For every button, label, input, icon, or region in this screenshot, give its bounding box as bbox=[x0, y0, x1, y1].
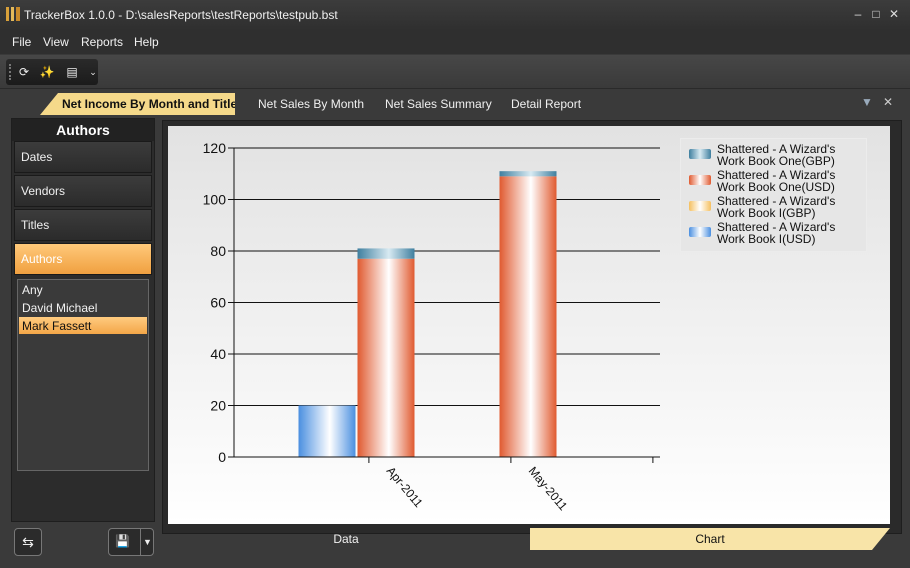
menu-file[interactable]: File bbox=[12, 35, 31, 49]
view-tabs: Data Chart bbox=[162, 528, 900, 552]
magic-wand-icon[interactable]: ✨ bbox=[38, 64, 56, 80]
app-icon bbox=[6, 7, 20, 21]
chevron-down-icon[interactable]: ▼ bbox=[140, 529, 154, 555]
filter-sidebar: Authors Dates Vendors Titles Authors Any… bbox=[11, 118, 155, 522]
list-item[interactable]: Any bbox=[19, 281, 147, 298]
x-tick-label: Apr-2011 bbox=[384, 464, 426, 510]
legend-swatch bbox=[689, 201, 711, 211]
sidebar-item-vendors[interactable]: Vendors bbox=[14, 175, 152, 207]
sidebar-item-label: Dates bbox=[21, 150, 53, 164]
tab-data[interactable]: Data bbox=[162, 528, 530, 550]
minimize-icon[interactable]: – bbox=[850, 6, 866, 22]
legend-swatch bbox=[689, 149, 711, 159]
bar bbox=[499, 176, 557, 457]
legend-item: Shattered - A Wizard's Work Book I(USD) bbox=[689, 221, 864, 247]
tab-net-sales-summary[interactable]: Net Sales Summary bbox=[385, 97, 492, 111]
y-tick-label: 120 bbox=[203, 140, 227, 156]
tab-label: Net Income By Month and Title bbox=[62, 97, 238, 111]
y-tick-label: 20 bbox=[210, 398, 226, 414]
list-item[interactable]: David Michael bbox=[19, 299, 147, 316]
sidebar-item-label: Titles bbox=[21, 218, 50, 232]
refresh-chart-icon[interactable]: ⟳ bbox=[15, 64, 33, 80]
legend-swatch bbox=[689, 175, 711, 185]
grip-icon[interactable] bbox=[9, 64, 13, 80]
menu-view[interactable]: View bbox=[43, 35, 69, 49]
close-icon[interactable]: ✕ bbox=[886, 6, 902, 22]
chart-legend: Shattered - A Wizard's Work Book One(GBP… bbox=[680, 138, 867, 252]
maximize-icon[interactable]: □ bbox=[868, 6, 884, 22]
save-icon: 💾 bbox=[115, 534, 130, 548]
sidebar-item-dates[interactable]: Dates bbox=[14, 141, 152, 173]
window-title: TrackerBox 1.0.0 - D:\salesReports\testR… bbox=[24, 8, 338, 22]
y-tick-label: 0 bbox=[218, 449, 226, 465]
sidebar-item-label: Authors bbox=[21, 252, 63, 266]
sidebar-item-authors[interactable]: Authors bbox=[14, 243, 152, 275]
x-tick-label: May-2011 bbox=[526, 464, 571, 513]
legend-item: Shattered - A Wizard's Work Book One(USD… bbox=[689, 169, 864, 195]
y-tick-label: 100 bbox=[203, 192, 227, 208]
report-tabs: Net Income By Month and Title Net Sales … bbox=[0, 90, 910, 116]
tab-list-dropdown-icon[interactable]: ▼ bbox=[861, 95, 873, 109]
list-item-selected[interactable]: Mark Fassett bbox=[19, 317, 147, 334]
legend-swatch bbox=[689, 227, 711, 237]
bar bbox=[499, 171, 557, 177]
sidebar-header: Authors bbox=[12, 119, 154, 141]
y-tick-label: 40 bbox=[210, 346, 226, 362]
bar bbox=[357, 258, 415, 457]
toolbar: ⟳ ✨ ▤ ⌄ bbox=[0, 55, 910, 89]
tab-net-income-by-month[interactable]: Net Income By Month and Title bbox=[40, 93, 235, 115]
tab-detail-report[interactable]: Detail Report bbox=[511, 97, 581, 111]
menu-help[interactable]: Help bbox=[134, 35, 159, 49]
bar bbox=[298, 405, 356, 457]
chart-icon[interactable]: ▤ bbox=[63, 64, 81, 80]
author-list: Any David Michael Mark Fassett bbox=[17, 279, 149, 471]
toolbar-strip: ⟳ ✨ ▤ ⌄ bbox=[6, 59, 98, 85]
swap-button[interactable]: ⇆ bbox=[14, 528, 42, 556]
tab-close-icon[interactable]: ✕ bbox=[883, 95, 893, 109]
bar bbox=[357, 248, 415, 259]
sidebar-item-titles[interactable]: Titles bbox=[14, 209, 152, 241]
y-tick-label: 80 bbox=[210, 243, 226, 259]
menu-bar: File View Reports Help bbox=[0, 30, 910, 54]
tab-net-sales-by-month[interactable]: Net Sales By Month bbox=[258, 97, 364, 111]
y-tick-label: 60 bbox=[210, 295, 226, 311]
save-button[interactable]: 💾 ▼ bbox=[108, 528, 154, 556]
chevron-down-icon[interactable]: ⌄ bbox=[84, 64, 102, 80]
title-bar: TrackerBox 1.0.0 - D:\salesReports\testR… bbox=[0, 0, 910, 30]
swap-icon: ⇆ bbox=[22, 534, 34, 550]
legend-item: Shattered - A Wizard's Work Book One(GBP… bbox=[689, 143, 864, 169]
menu-reports[interactable]: Reports bbox=[81, 35, 123, 49]
sidebar-item-label: Vendors bbox=[21, 184, 66, 198]
legend-item: Shattered - A Wizard's Work Book I(GBP) bbox=[689, 195, 864, 221]
tab-chart[interactable]: Chart bbox=[530, 528, 890, 550]
